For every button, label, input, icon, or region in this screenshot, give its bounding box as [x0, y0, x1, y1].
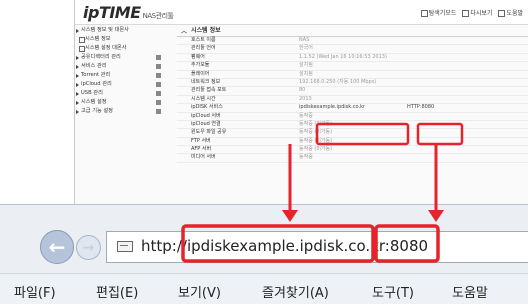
sidebar-item-advanced[interactable]: 고급 기능 설정: [75, 107, 175, 116]
menu-file[interactable]: 파일(F): [14, 282, 56, 301]
info-row-smb: 윈도우 파일 공유 동작중 (미가동): [177, 129, 528, 138]
browser-window: ← → http://ipdiskexample.ipdisk.co.kr:80…: [0, 204, 528, 304]
system-info-panel: ︿ 시스템 정보 호스트 이름 NAS 관리툴 언어 한국어 펌웨어 1.1.52 (W…: [177, 26, 528, 232]
header-links: 탐색기모드 다시보기 도움말: [420, 8, 523, 17]
nas-header: ipTIME NAS관리툴 탐색기모드 다시보기 도움말: [75, 0, 528, 25]
service-icon: [156, 64, 161, 69]
sidebar-item-system-settings[interactable]: 시스템 설정 대몬사: [75, 44, 175, 53]
menu-tools[interactable]: 도구(T): [372, 282, 414, 301]
header-link-help[interactable]: 도움말: [498, 8, 523, 17]
sidebar-item-share-dirs[interactable]: 공유디렉터리 관리: [75, 53, 175, 62]
menu-help[interactable]: 도움말: [452, 282, 488, 301]
info-row-network: 네트워크 정보 192.168.0.250 (자동 100 Mbps): [177, 79, 528, 88]
torrent-icon: [156, 73, 161, 78]
iptime-logo: ipTIME NAS관리툴: [83, 3, 174, 22]
arrow-left-icon: ←: [48, 235, 66, 259]
menu-edit[interactable]: 편집(E): [96, 282, 138, 301]
sidebar-item-torrent[interactable]: Torrent 관리: [75, 71, 175, 80]
sidebar-item-ipcloud[interactable]: ipCloud 관리: [75, 80, 175, 89]
info-row-player: 플레이어 설치됨: [177, 71, 528, 79]
menu-view[interactable]: 보기(V): [178, 282, 221, 301]
info-row-ipcloud-link: ipCloud 연결 동작중 (미가동): [177, 121, 528, 130]
info-row-admin-port: 관리툴 접속 포트 80: [177, 87, 528, 96]
page-icon: [117, 241, 133, 252]
info-row-firmware: 펌웨어 1.1.52 (Wed Jan 16 10:16:53 2013): [177, 54, 528, 63]
info-row-media: 미디어 서버 동작중: [177, 154, 528, 163]
panel-title: ︿ 시스템 정보: [177, 26, 528, 37]
ipdisk-address: ipdiskexample.ipdisk.co.kr: [299, 104, 366, 111]
url-port: :8080: [384, 237, 429, 255]
header-link-refresh[interactable]: 다시보기: [462, 8, 492, 17]
url-host: ipdiskexample.ipdisk.co.kr: [186, 237, 385, 255]
folder-icon: [156, 55, 161, 60]
chevron-up-icon[interactable]: ︿: [181, 27, 187, 37]
sidebar-item-services[interactable]: 서비스 관리: [75, 62, 175, 71]
info-row-system-time: 시스템 시간 2013: [177, 96, 528, 105]
info-row-language: 관리툴 언어 한국어: [177, 45, 528, 54]
gear-icon: [156, 100, 161, 105]
arrow-right-icon: →: [82, 239, 95, 256]
info-row-addon: 추가모듈 설치됨: [177, 62, 528, 71]
cloud-icon: [156, 82, 161, 87]
wrench-icon: [156, 109, 161, 114]
address-bar[interactable]: http://ipdiskexample.ipdisk.co.kr:8080: [106, 231, 528, 263]
info-row-ipcloud-server: ipCloud 서버 동작중: [177, 113, 528, 121]
forward-button[interactable]: →: [76, 235, 101, 260]
sidebar-item-system-info[interactable]: 시스템 정보: [75, 35, 175, 44]
info-row-hostname: 호스트 이름 NAS: [177, 37, 528, 46]
url-text[interactable]: http://ipdiskexample.ipdisk.co.kr:8080: [141, 237, 428, 255]
menu-bar: 파일(F) 편집(E) 보기(V) 즐겨찾기(A) 도구(T) 도움말: [0, 273, 528, 304]
sidebar-item-settings[interactable]: 시스템 설정: [75, 98, 175, 107]
info-row-ipdisk: ipDISK 서비스 ipdiskexample.ipdisk.co.kr HT…: [177, 104, 528, 113]
back-button[interactable]: ←: [40, 230, 74, 264]
nas-admin-window: ipTIME NAS관리툴 탐색기모드 다시보기 도움말 시스템 정보 및 대몬사…: [74, 0, 528, 233]
usb-icon: [156, 91, 161, 96]
ipdisk-port: HTTP:8080: [407, 104, 435, 111]
header-link-explorer[interactable]: 탐색기모드: [420, 8, 456, 17]
info-row-afp: AFP 서버 동작중 (미가동): [177, 146, 528, 155]
menu-favorites[interactable]: 즐겨찾기(A): [262, 282, 329, 301]
sidebar-item-system-info-group[interactable]: 시스템 정보 및 대몬사: [75, 26, 175, 35]
info-row-ftp: FTP 서버 동작중 (미가동): [177, 138, 528, 147]
nas-sidebar: 시스템 정보 및 대몬사 시스템 정보 시스템 설정 대몬사 공유디렉터리 관리…: [75, 26, 175, 226]
sidebar-item-usb[interactable]: USB 관리: [75, 89, 175, 98]
